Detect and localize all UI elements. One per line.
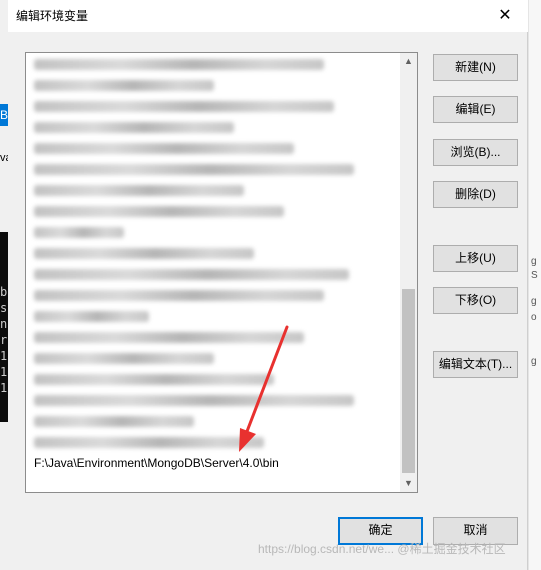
redacted-path [34, 332, 304, 343]
redacted-path [34, 290, 324, 301]
background-selected-item: B [0, 104, 8, 126]
dialog-title: 编辑环境变量 [16, 9, 89, 23]
close-icon[interactable]: ✕ [482, 0, 528, 32]
list-item[interactable] [26, 138, 400, 159]
list-item[interactable] [26, 201, 400, 222]
edit-button[interactable]: 编辑(E) [433, 96, 518, 123]
scroll-up-icon[interactable]: ▲ [400, 53, 417, 70]
background-text: g [531, 256, 537, 267]
redacted-path [34, 416, 194, 427]
background-window-left: B va b s n r 1 1 1 [0, 0, 12, 570]
redacted-path [34, 374, 274, 385]
background-text: S [531, 270, 538, 281]
terminal-line: n [0, 317, 8, 331]
redacted-path [34, 248, 254, 259]
list-item[interactable] [26, 243, 400, 264]
redacted-path [34, 143, 294, 154]
title-bar[interactable]: 编辑环境变量 ✕ [8, 0, 528, 32]
redacted-path [34, 353, 214, 364]
path-text: F:\Java\Environment\MongoDB\Server\4.0\b… [34, 456, 279, 470]
scroll-thumb[interactable] [402, 289, 415, 473]
redacted-path [34, 437, 264, 448]
background-window-right: g S g o g [528, 0, 541, 570]
list-item[interactable] [26, 264, 400, 285]
redacted-path [34, 80, 214, 91]
redacted-path [34, 59, 324, 70]
list-item[interactable] [26, 222, 400, 243]
vertical-scrollbar[interactable]: ▲ ▼ [400, 53, 417, 492]
list-item[interactable] [26, 348, 400, 369]
list-item[interactable] [26, 285, 400, 306]
list-item[interactable] [26, 369, 400, 390]
move-down-button[interactable]: 下移(O) [433, 287, 518, 314]
redacted-path [34, 164, 354, 175]
redacted-path [34, 395, 354, 406]
terminal-line: 1 [0, 365, 8, 379]
list-item[interactable] [26, 117, 400, 138]
background-text: g [531, 356, 537, 367]
redacted-path [34, 311, 149, 322]
edit-text-button[interactable]: 编辑文本(T)... [433, 351, 518, 378]
redacted-path [34, 227, 124, 238]
redacted-path [34, 269, 349, 280]
path-rows: F:\Java\Environment\MongoDB\Server\4.0\b… [26, 54, 400, 474]
list-item[interactable] [26, 432, 400, 453]
background-text: g [531, 296, 537, 307]
new-button[interactable]: 新建(N) [433, 54, 518, 81]
list-item[interactable] [26, 180, 400, 201]
watermark: https://blog.csdn.net/we... @稀土掘金技术社区 [258, 542, 506, 556]
terminal-line: r [0, 333, 8, 347]
background-terminal: b s n r 1 1 1 [0, 232, 8, 422]
list-item[interactable] [26, 390, 400, 411]
list-item[interactable] [26, 54, 400, 75]
move-up-button[interactable]: 上移(U) [433, 245, 518, 272]
redacted-path [34, 101, 334, 112]
delete-button[interactable]: 删除(D) [433, 181, 518, 208]
browse-button[interactable]: 浏览(B)... [433, 139, 518, 166]
redacted-path [34, 122, 234, 133]
path-list[interactable]: F:\Java\Environment\MongoDB\Server\4.0\b… [25, 52, 418, 493]
terminal-line: 1 [0, 381, 8, 395]
background-text: o [531, 312, 537, 323]
redacted-path [34, 206, 284, 217]
scroll-down-icon[interactable]: ▼ [400, 475, 417, 492]
redacted-path [34, 185, 244, 196]
list-item[interactable] [26, 306, 400, 327]
terminal-line: b [0, 285, 8, 299]
list-item[interactable] [26, 327, 400, 348]
list-item[interactable] [26, 159, 400, 180]
terminal-line: 1 [0, 349, 8, 363]
terminal-line: s [0, 301, 8, 315]
list-item[interactable] [26, 75, 400, 96]
list-item[interactable] [26, 96, 400, 117]
list-item-mongodb-path[interactable]: F:\Java\Environment\MongoDB\Server\4.0\b… [26, 453, 400, 474]
list-item[interactable] [26, 411, 400, 432]
edit-env-variable-dialog: 编辑环境变量 ✕ F:\Java\Environment\MongoDB\Ser… [8, 0, 528, 570]
